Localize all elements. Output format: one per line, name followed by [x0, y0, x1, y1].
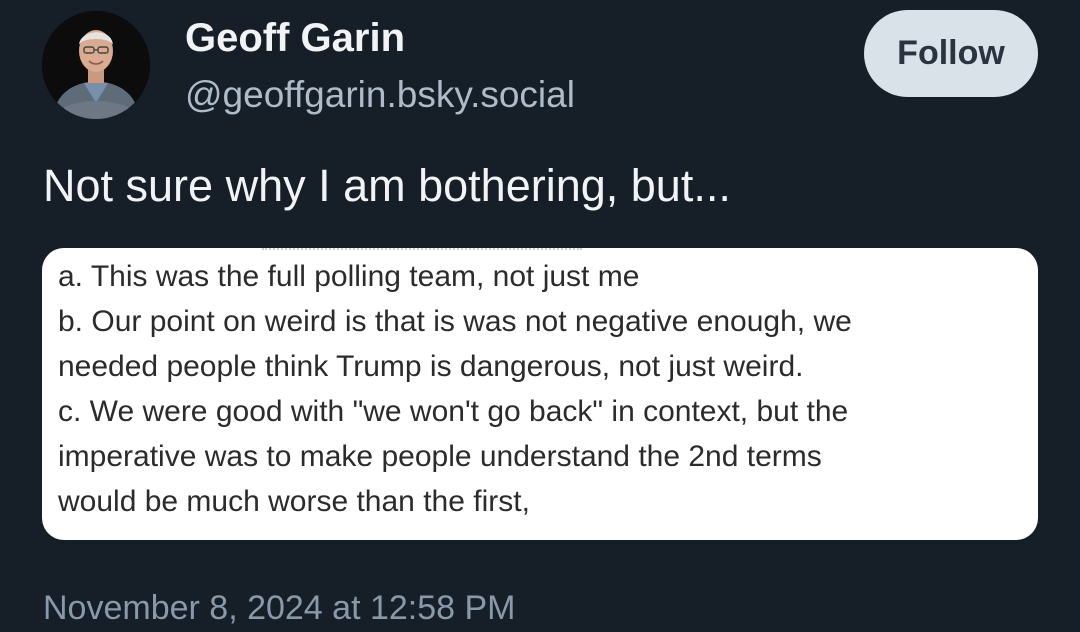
author-handle[interactable]: @geoffgarin.bsky.social — [185, 72, 575, 118]
image-text-line: would be much worse than the first, — [58, 485, 530, 518]
image-text-line: imperative was to make people understand… — [58, 440, 822, 473]
image-text-line: a. This was the full polling team, not j… — [58, 260, 640, 293]
author-name[interactable]: Geoff Garin — [185, 14, 405, 62]
image-text-line: b. Our point on weird is that is was not… — [58, 305, 852, 338]
post-image[interactable]: a. This was the full polling team, not j… — [42, 248, 1038, 540]
avatar[interactable] — [42, 11, 150, 119]
post-timestamp[interactable]: November 8, 2024 at 12:58 PM — [43, 586, 516, 630]
avatar-photo — [42, 11, 150, 119]
post: Geoff Garin @geoffgarin.bsky.social Foll… — [0, 0, 1080, 632]
image-text-line: c. We were good with "we won't go back" … — [58, 395, 849, 428]
follow-button[interactable]: Follow — [864, 10, 1038, 97]
image-text-line: needed people think Trump is dangerous, … — [58, 350, 804, 383]
post-text: Not sure why I am bothering, but... — [43, 160, 731, 211]
image-text-block: a. This was the full polling team, not j… — [58, 254, 1030, 524]
cropped-text-remnant — [262, 248, 582, 250]
